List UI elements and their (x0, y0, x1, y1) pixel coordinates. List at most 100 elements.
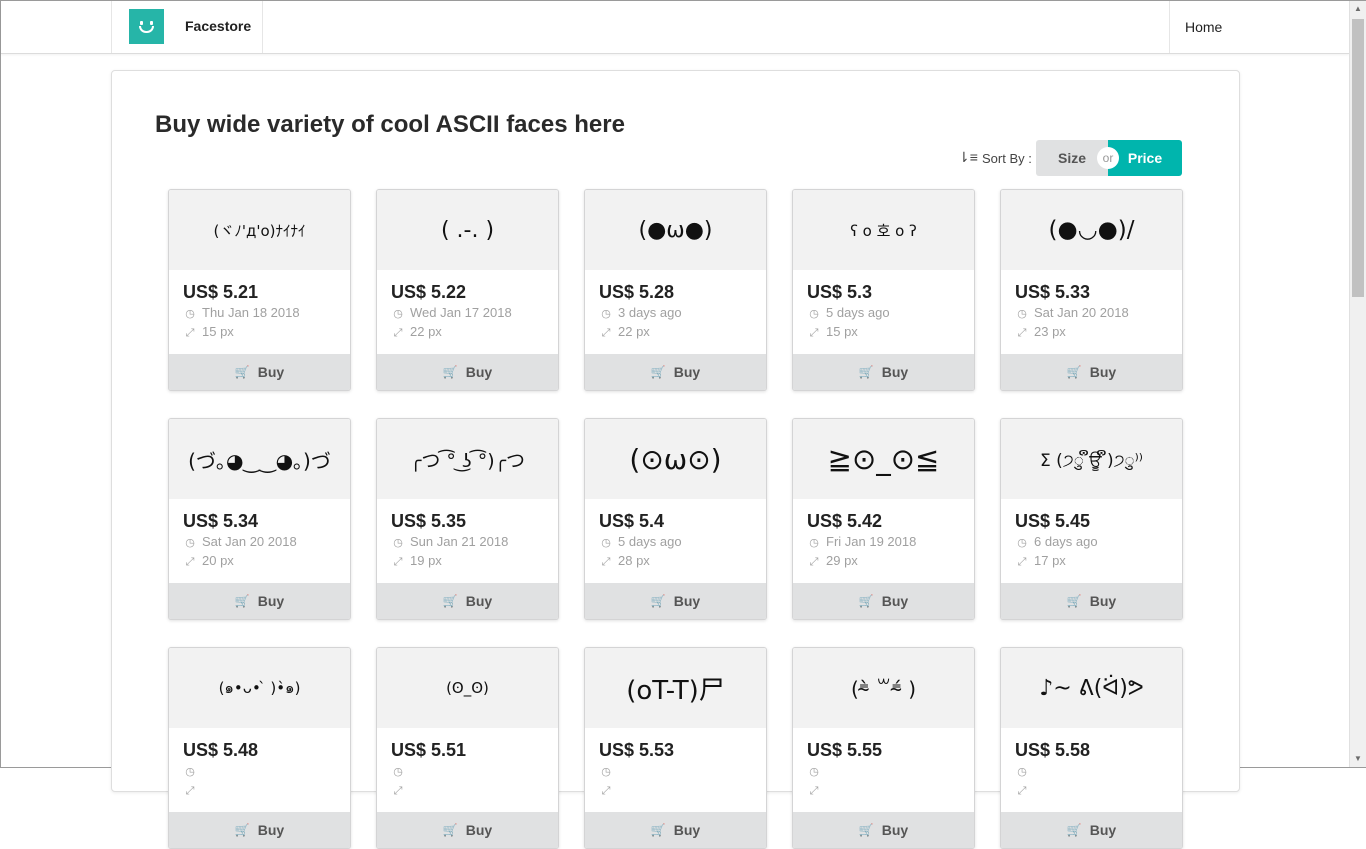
scroll-down-arrow-icon[interactable]: ▼ (1350, 751, 1366, 767)
buy-button[interactable]: 🛒 Buy (169, 812, 350, 848)
product-date: ◷ Sun Jan 21 2018 (391, 534, 508, 549)
product-date: ◷ Sat Jan 20 2018 (1015, 305, 1129, 320)
buy-button[interactable]: 🛒 Buy (793, 583, 974, 619)
clock-icon: ◷ (185, 766, 195, 778)
product-size: ⤢ (599, 782, 618, 798)
product-date: ◷ (183, 763, 202, 778)
ascii-face: ♪~ ᕕ(ᐛ)ᕗ (1001, 648, 1182, 728)
product-card: ♪~ ᕕ(ᐛ)ᕗ US$ 5.58 ◷ ⤢ 🛒 Buy (1000, 647, 1183, 849)
cart-icon: 🛒 (650, 365, 666, 379)
product-price: US$ 5.22 (391, 282, 467, 302)
product-date-text: 6 days ago (1034, 534, 1098, 549)
sort-price-button[interactable]: Price (1108, 140, 1182, 176)
buy-label: Buy (673, 364, 701, 380)
product-size: ⤢ 23 px (1015, 324, 1066, 340)
buy-button[interactable]: 🛒 Buy (585, 354, 766, 390)
product-date-text: Sun Jan 21 2018 (410, 534, 509, 549)
buy-button[interactable]: 🛒 Buy (377, 354, 558, 390)
buy-button[interactable]: 🛒 Buy (793, 354, 974, 390)
ascii-face: (๑•ᴗ• ̀ )•̀๑) (169, 648, 350, 728)
product-price: US$ 5.48 (183, 740, 259, 760)
top-navbar: Facestore Home (1, 1, 1349, 54)
product-card: (ʘ_ʘ) US$ 5.51 ◷ ⤢ 🛒 Buy (376, 647, 559, 849)
card-body: US$ 5.58 ◷ ⤢ (1001, 728, 1182, 812)
buy-button[interactable]: 🛒 Buy (793, 812, 974, 848)
product-size: ⤢ 22 px (599, 324, 650, 340)
ascii-face: (づ｡◕‿‿◕｡)づ (169, 419, 350, 499)
brand[interactable]: Facestore (111, 1, 263, 53)
facestore-logo-icon (129, 9, 164, 44)
sort-amount-icon: ⇂≡ (958, 149, 978, 165)
product-card: (⁼̴̀ ꒳⁼̴́ ) US$ 5.55 ◷ ⤢ 🛒 Buy (792, 647, 975, 849)
buy-button[interactable]: 🛒 Buy (1001, 812, 1182, 848)
clock-icon: ◷ (809, 308, 819, 320)
expand-icon: ⤢ (185, 785, 195, 797)
product-card: (●ω●) US$ 5.28 ◷ 3 days ago ⤢ 22 px 🛒 Buy (584, 189, 767, 391)
product-size-text: 19 px (410, 553, 442, 568)
card-body: US$ 5.53 ◷ ⤢ (585, 728, 766, 812)
buy-button[interactable]: 🛒 Buy (585, 812, 766, 848)
product-date: ◷ Wed Jan 17 2018 (391, 305, 511, 320)
clock-icon: ◷ (393, 308, 403, 320)
buy-button[interactable]: 🛒 Buy (377, 583, 558, 619)
ascii-face: (ヾﾉ'д'o)ﾅｲﾅｲ (169, 190, 350, 270)
buy-label: Buy (1089, 364, 1117, 380)
scroll-up-arrow-icon[interactable]: ▲ (1350, 1, 1366, 17)
main-panel: Buy wide variety of cool ASCII faces her… (111, 70, 1240, 849)
product-card: ≧⊙_⊙≦ US$ 5.42 ◷ Fri Jan 19 2018 ⤢ 29 px 🛒 Buy (792, 418, 975, 620)
product-size: ⤢ (391, 782, 410, 798)
product-price: US$ 5.3 (807, 282, 873, 302)
clock-icon: ◷ (1017, 537, 1027, 549)
nav-home-link[interactable]: Home (1169, 1, 1349, 53)
clock-icon: ◷ (185, 537, 195, 549)
buy-button[interactable]: 🛒 Buy (585, 583, 766, 619)
ascii-face: ( .-. ) (377, 190, 558, 270)
product-date-text: 5 days ago (618, 534, 682, 549)
cart-icon: 🛒 (234, 365, 250, 379)
product-price: US$ 5.28 (599, 282, 675, 302)
buy-button[interactable]: 🛒 Buy (1001, 583, 1182, 619)
card-body: US$ 5.22 ◷ Wed Jan 17 2018 ⤢ 22 px (377, 270, 558, 354)
product-price: US$ 5.33 (1015, 282, 1091, 302)
buy-label: Buy (1089, 822, 1117, 838)
cart-icon: 🛒 (858, 365, 874, 379)
cart-icon: 🛒 (858, 823, 874, 837)
product-card: ʕ o 호 o ʔ US$ 5.3 ◷ 5 days ago ⤢ 15 px 🛒 Buy (792, 189, 975, 391)
card-body: US$ 5.33 ◷ Sat Jan 20 2018 ⤢ 23 px (1001, 270, 1182, 354)
buy-button[interactable]: 🛒 Buy (1001, 354, 1182, 390)
clock-icon: ◷ (393, 537, 403, 549)
product-date-text: Sat Jan 20 2018 (202, 534, 297, 549)
clock-icon: ◷ (185, 308, 195, 320)
sort-label: Sort By : (982, 151, 1032, 166)
product-size: ⤢ (807, 782, 826, 798)
expand-icon: ⤢ (809, 327, 819, 339)
card-body: US$ 5.42 ◷ Fri Jan 19 2018 ⤢ 29 px (793, 499, 974, 583)
expand-icon: ⤢ (185, 556, 195, 568)
buy-label: Buy (465, 822, 493, 838)
product-size-text: 15 px (202, 324, 234, 339)
page-scrollbar[interactable]: ▲ ▼ (1349, 1, 1366, 767)
product-card: ( .-. ) US$ 5.22 ◷ Wed Jan 17 2018 ⤢ 22 px 🛒 Bu… (376, 189, 559, 391)
card-body: US$ 5.34 ◷ Sat Jan 20 2018 ⤢ 20 px (169, 499, 350, 583)
cart-icon: 🛒 (234, 823, 250, 837)
brand-name: Facestore (185, 18, 252, 34)
sort-or-divider: or (1097, 147, 1119, 169)
expand-icon: ⤢ (393, 785, 403, 797)
buy-button[interactable]: 🛒 Buy (377, 812, 558, 848)
clock-icon: ◷ (1017, 308, 1027, 320)
product-date: ◷ Thu Jan 18 2018 (183, 305, 299, 320)
product-size: ⤢ 15 px (183, 324, 234, 340)
product-size-text: 23 px (1034, 324, 1066, 339)
product-size-text: 22 px (618, 324, 650, 339)
cart-icon: 🛒 (650, 594, 666, 608)
expand-icon: ⤢ (393, 556, 403, 568)
scroll-thumb[interactable] (1352, 19, 1364, 297)
buy-button[interactable]: 🛒 Buy (169, 354, 350, 390)
buy-button[interactable]: 🛒 Buy (169, 583, 350, 619)
page-heading: Buy wide variety of cool ASCII faces her… (155, 111, 625, 138)
clock-icon: ◷ (809, 766, 819, 778)
buy-label: Buy (257, 364, 285, 380)
buy-label: Buy (257, 593, 285, 609)
product-size-text: 15 px (826, 324, 858, 339)
product-card: (●◡●)/ US$ 5.33 ◷ Sat Jan 20 2018 ⤢ 23 px 🛒 Buy (1000, 189, 1183, 391)
